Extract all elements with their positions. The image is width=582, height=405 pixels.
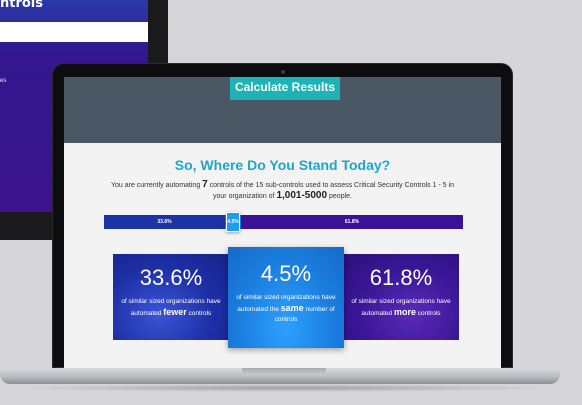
bar-label-same: 4.5% — [227, 219, 239, 225]
card-more-description: of similar sized organizations have auto… — [343, 297, 458, 319]
results-headline: So, Where Do You Stand Today? — [174, 157, 391, 173]
card-more-pre: automated — [361, 310, 393, 317]
bar-marker-same: 4.5% — [226, 212, 240, 232]
card-same-pre: automated the — [237, 306, 279, 313]
card-fewer-keyword: fewer — [163, 307, 187, 317]
bar-label-more: 61.8% — [344, 219, 360, 225]
comparison-bar: 33.6% 61.8% 4.5% — [104, 212, 463, 232]
card-more-percent: 61.8% — [369, 265, 433, 290]
laptop-shadow — [10, 384, 560, 392]
card-more-line1: of similar sized organizations have — [351, 298, 451, 305]
card-same-description: of similar sized organizations have auto… — [228, 293, 344, 325]
card-same: 4.5% of similar sized organizations have… — [228, 247, 344, 348]
background-monitor-title: ntrols — [0, 0, 44, 11]
summary-suffix: people. — [329, 193, 352, 200]
card-fewer-description: of similar sized organizations have auto… — [113, 297, 228, 319]
hero-band: Calculate Results — [64, 77, 501, 143]
card-fewer-post: controls — [188, 310, 212, 317]
background-monitor-text: es — [0, 78, 7, 84]
bar-segment-fewer: 33.6% — [104, 215, 225, 229]
card-more-keyword: more — [393, 307, 416, 317]
card-more-post: controls — [417, 310, 441, 317]
summary-count: 7 — [202, 179, 208, 190]
bar-label-fewer: 33.6% — [157, 219, 172, 225]
summary-org-size: 1,001-5000 — [276, 190, 328, 201]
calculate-results-button[interactable]: Calculate Results — [230, 77, 340, 100]
card-same-keyword: same — [280, 303, 304, 313]
background-monitor-band — [0, 22, 148, 42]
laptop-notch — [242, 368, 326, 375]
card-fewer: 33.6% of similar sized organizations hav… — [113, 254, 229, 340]
laptop-lid: Calculate Results So, Where Do You Stand… — [52, 63, 513, 370]
card-more: 61.8% of similar sized organizations hav… — [343, 254, 459, 340]
camera-icon — [281, 70, 285, 74]
summary-prefix: You are currently automating — [110, 182, 201, 189]
results-summary: You are currently automating 7 controls … — [104, 180, 461, 202]
laptop-screen: Calculate Results So, Where Do You Stand… — [64, 77, 501, 370]
card-same-line1: of similar sized organizations have — [236, 294, 336, 301]
card-fewer-line1: of similar sized organizations have — [121, 298, 221, 305]
card-fewer-pre: automated — [130, 310, 162, 317]
bar-segment-more: 61.8% — [241, 215, 463, 229]
card-same-percent: 4.5% — [260, 261, 312, 286]
card-fewer-percent: 33.6% — [139, 265, 203, 290]
